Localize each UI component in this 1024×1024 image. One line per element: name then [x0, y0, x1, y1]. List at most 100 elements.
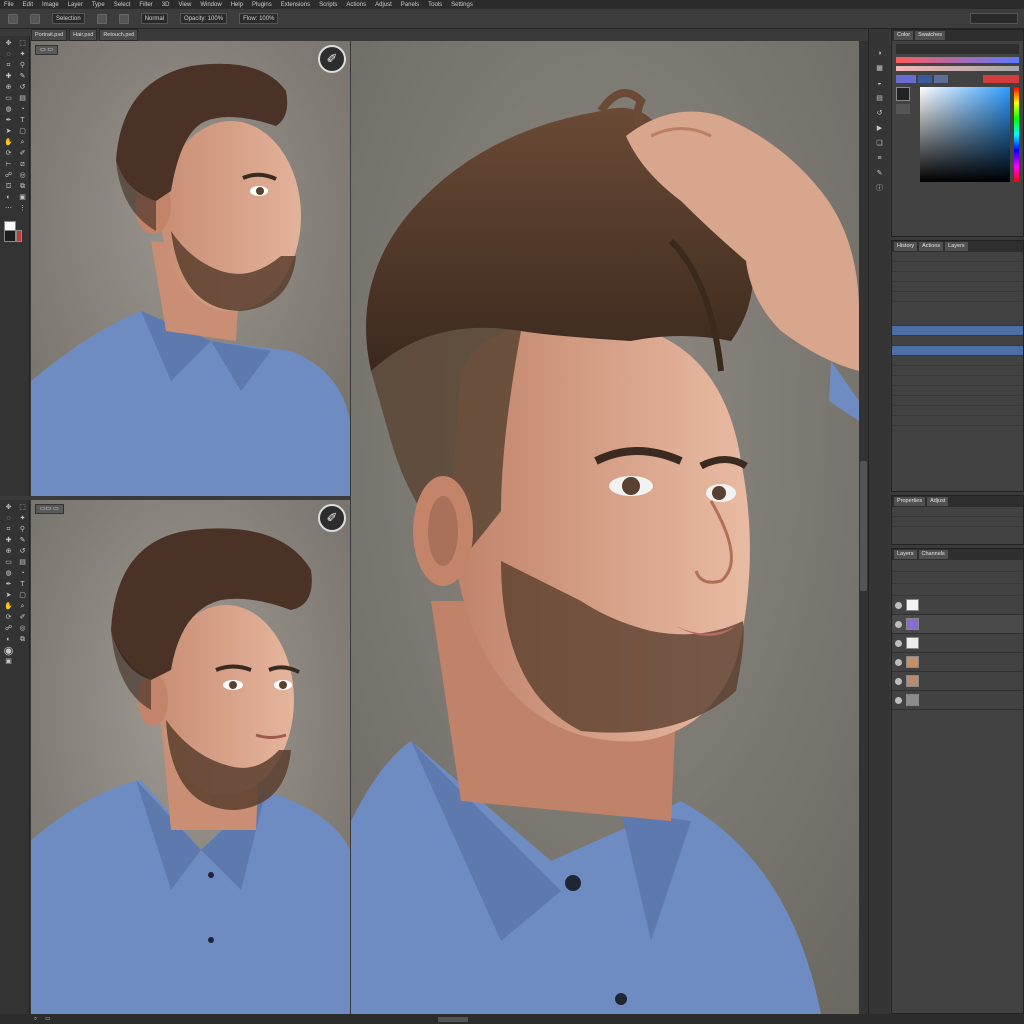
wand-icon[interactable]: ✦: [16, 50, 29, 60]
menu-item[interactable]: Edit: [23, 2, 33, 8]
doc-info-icon[interactable]: ▭: [45, 1016, 50, 1022]
measure-icon[interactable]: ⊢: [2, 160, 15, 170]
zoom-icon[interactable]: ⌕: [34, 1016, 37, 1023]
history-row[interactable]: [892, 252, 1023, 262]
swatch[interactable]: [934, 75, 948, 83]
history-row[interactable]: [892, 336, 1023, 346]
slice-icon[interactable]: ⧄: [16, 160, 29, 170]
pen-icon[interactable]: ✒: [2, 116, 15, 126]
history-row-selected[interactable]: [892, 326, 1023, 336]
menu-item[interactable]: Image: [42, 2, 59, 8]
channels-icon[interactable]: ≡: [877, 154, 881, 164]
document-canvas-2[interactable]: ▭▭ ▭ ✐: [31, 500, 350, 1014]
color-picker-field[interactable]: [920, 87, 1010, 182]
type-icon[interactable]: T: [16, 580, 29, 590]
menu-item[interactable]: View: [178, 2, 191, 8]
tab-swatches[interactable]: Swatches: [915, 31, 946, 40]
layer-row[interactable]: [892, 634, 1023, 653]
eye-icon[interactable]: ◉: [2, 646, 15, 657]
type-icon[interactable]: T: [16, 116, 29, 126]
lasso-icon[interactable]: ◌: [2, 514, 15, 524]
option-toggle-button[interactable]: [118, 13, 129, 24]
eyedropper-icon[interactable]: ⚲: [16, 61, 29, 71]
hand-icon[interactable]: ✋: [2, 138, 15, 148]
layer-row[interactable]: [892, 653, 1023, 672]
move-icon[interactable]: ✥: [2, 503, 15, 513]
brush-icon[interactable]: ✎: [16, 536, 29, 546]
history-brush-icon[interactable]: ↺: [16, 547, 29, 557]
menu-item[interactable]: Window: [200, 2, 221, 8]
menu-item[interactable]: Help: [231, 2, 243, 8]
path-select-icon[interactable]: ➤: [2, 591, 15, 601]
brush-icon[interactable]: ✎: [16, 72, 29, 82]
smudge-icon[interactable]: ☍: [2, 171, 15, 181]
heal-icon[interactable]: ✚: [2, 72, 15, 82]
menu-item[interactable]: 3D: [162, 2, 170, 8]
tab-actions[interactable]: Actions: [919, 242, 944, 251]
layer-filter-row[interactable]: [892, 560, 1023, 572]
blend-mode-row[interactable]: [892, 572, 1023, 584]
history-icon[interactable]: ↺: [877, 109, 883, 119]
menu-item[interactable]: Filter: [139, 2, 152, 8]
lasso-icon[interactable]: ◌: [2, 50, 15, 60]
history-row[interactable]: [892, 416, 1023, 426]
tab-properties[interactable]: Properties: [894, 497, 926, 506]
history-row-selected[interactable]: [892, 346, 1023, 356]
vertical-scrollbar[interactable]: [859, 41, 868, 1014]
color-chip[interactable]: [896, 87, 910, 101]
history-row[interactable]: [892, 376, 1023, 386]
history-row[interactable]: [892, 366, 1023, 376]
bucket-icon[interactable]: ⛋: [2, 182, 15, 192]
actions-icon[interactable]: ▶: [877, 124, 882, 134]
layer-row[interactable]: [892, 615, 1023, 634]
main-document-canvas[interactable]: [351, 41, 859, 1014]
property-row[interactable]: [892, 507, 1023, 517]
menu-item[interactable]: Layer: [68, 2, 83, 8]
menu-item[interactable]: Scripts: [319, 2, 337, 8]
swatch[interactable]: [983, 75, 1019, 83]
frame-icon[interactable]: ⧉: [16, 635, 29, 645]
crop-icon[interactable]: ⌗: [2, 525, 15, 535]
tool-preset-button[interactable]: [8, 13, 18, 24]
eraser-icon[interactable]: ▭: [2, 94, 15, 104]
dodge-icon[interactable]: ◔: [16, 569, 29, 579]
menu-item[interactable]: Select: [114, 2, 131, 8]
tab-history[interactable]: History: [894, 242, 918, 251]
color-slider-track[interactable]: [896, 44, 1019, 54]
tab-color[interactable]: Color: [894, 31, 914, 40]
history-row[interactable]: [892, 316, 1023, 326]
history-row[interactable]: [892, 406, 1023, 416]
blend-mode-select[interactable]: Normal: [140, 13, 169, 24]
color-panel-icon[interactable]: ◑: [877, 49, 881, 59]
swatch[interactable]: [918, 75, 932, 83]
blur-icon[interactable]: ◍: [2, 105, 15, 115]
more-icon[interactable]: ⋮: [16, 204, 29, 214]
brush-preset-button[interactable]: [30, 13, 40, 24]
menu-item[interactable]: Settings: [451, 2, 473, 8]
menu-item[interactable]: Adjust: [375, 2, 392, 8]
eraser-icon[interactable]: ▭: [2, 558, 15, 568]
menu-item[interactable]: Actions: [346, 2, 366, 8]
eye-icon[interactable]: [895, 620, 902, 628]
libraries-icon[interactable]: ▤: [876, 94, 883, 104]
swatches-icon[interactable]: ▦: [876, 64, 883, 74]
history-row[interactable]: [892, 282, 1023, 292]
hand-icon[interactable]: ✋: [2, 602, 15, 612]
hue-slider[interactable]: [1014, 87, 1019, 182]
stamp-icon[interactable]: ⊕: [2, 547, 15, 557]
swatch[interactable]: [896, 75, 916, 83]
menu-item[interactable]: Panels: [401, 2, 419, 8]
screen-mode-icon[interactable]: ▣: [16, 193, 29, 203]
swap-color-icon[interactable]: [16, 230, 22, 242]
selection-field[interactable]: Selection: [52, 13, 85, 24]
dodge-icon[interactable]: ◔: [16, 105, 29, 115]
mask-icon[interactable]: ◐: [2, 635, 15, 645]
menu-item[interactable]: Plugins: [252, 2, 272, 8]
color-hue-strip[interactable]: [896, 57, 1019, 63]
option-toggle-button[interactable]: [96, 13, 107, 24]
layers-icon[interactable]: ❏: [876, 139, 882, 149]
tab-adjust[interactable]: Adjust: [927, 497, 949, 506]
color-ramp[interactable]: [896, 66, 1019, 71]
gradient-icon[interactable]: ▤: [16, 94, 29, 104]
smudge-icon[interactable]: ☍: [2, 624, 15, 634]
